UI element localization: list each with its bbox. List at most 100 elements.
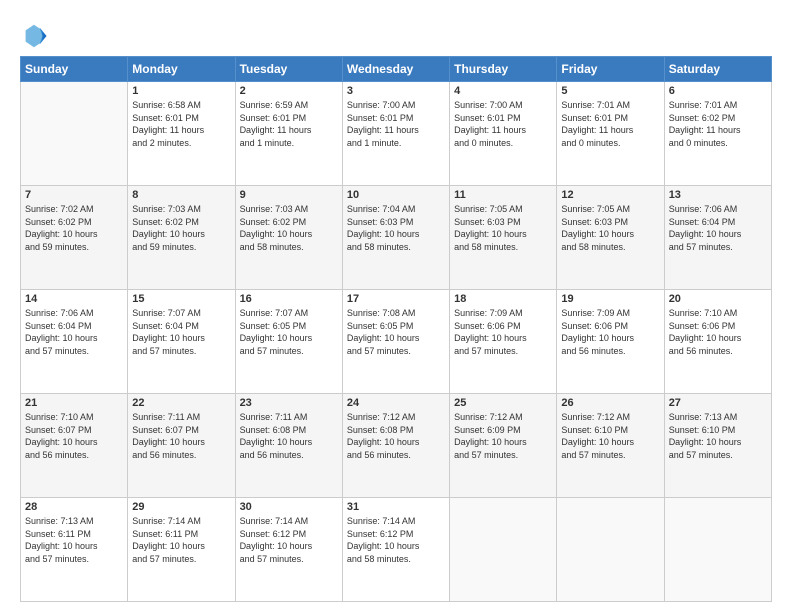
day-number: 12 bbox=[561, 189, 659, 201]
calendar-cell: 1 Sunrise: 6:58 AM Sunset: 6:01 PM Daylig… bbox=[128, 82, 235, 186]
calendar-cell: 2 Sunrise: 6:59 AM Sunset: 6:01 PM Daylig… bbox=[235, 82, 342, 186]
day-info: Sunrise: 7:11 AM Sunset: 6:07 PM Dayligh… bbox=[132, 411, 230, 461]
calendar-cell: 25 Sunrise: 7:12 AM Sunset: 6:09 PM Dayli… bbox=[450, 394, 557, 498]
calendar-cell: 17Sunrise: 7:08 AM Sunset: 6:05 PM Dayli… bbox=[342, 290, 449, 394]
calendar-cell: 3 Sunrise: 7:00 AM Sunset: 6:01 PM Daylig… bbox=[342, 82, 449, 186]
day-info: Sunrise: 7:06 AM Sunset: 6:04 PM Dayligh… bbox=[669, 203, 767, 253]
day-number: 31 bbox=[347, 501, 445, 513]
calendar-cell: 7 Sunrise: 7:02 AM Sunset: 6:02 PM Daylig… bbox=[21, 186, 128, 290]
day-number: 9 bbox=[240, 189, 338, 201]
calendar-week-row: 1 Sunrise: 6:58 AM Sunset: 6:01 PM Daylig… bbox=[21, 82, 772, 186]
day-info: Sunrise: 7:07 AM Sunset: 6:04 PM Dayligh… bbox=[132, 307, 230, 357]
calendar-cell: 9 Sunrise: 7:03 AM Sunset: 6:02 PM Daylig… bbox=[235, 186, 342, 290]
day-number: 14 bbox=[25, 293, 123, 305]
calendar-cell: 10 Sunrise: 7:04 AM Sunset: 6:03 PM Dayli… bbox=[342, 186, 449, 290]
day-info: Sunrise: 7:14 AM Sunset: 6:12 PM Dayligh… bbox=[347, 515, 445, 565]
day-info: Sunrise: 7:12 AM Sunset: 6:09 PM Dayligh… bbox=[454, 411, 552, 461]
day-info: Sunrise: 7:01 AM Sunset: 6:02 PM Dayligh… bbox=[669, 99, 767, 149]
calendar-cell: 21 Sunrise: 7:10 AM Sunset: 6:07 PM Dayli… bbox=[21, 394, 128, 498]
calendar-week-row: 28 Sunrise: 7:13 AM Sunset: 6:11 PM Dayli… bbox=[21, 498, 772, 602]
day-number: 23 bbox=[240, 397, 338, 409]
day-info: Sunrise: 7:09 AM Sunset: 6:06 PM Dayligh… bbox=[561, 307, 659, 357]
calendar-cell: 23 Sunrise: 7:11 AM Sunset: 6:08 PM Dayli… bbox=[235, 394, 342, 498]
day-number: 17 bbox=[347, 293, 445, 305]
weekday-header-friday: Friday bbox=[557, 57, 664, 82]
calendar-cell: 11 Sunrise: 7:05 AM Sunset: 6:03 PM Dayli… bbox=[450, 186, 557, 290]
day-info: Sunrise: 7:10 AM Sunset: 6:06 PM Dayligh… bbox=[669, 307, 767, 357]
calendar-cell: 18 Sunrise: 7:09 AM Sunset: 6:06 PM Dayli… bbox=[450, 290, 557, 394]
day-number: 21 bbox=[25, 397, 123, 409]
day-number: 7 bbox=[25, 189, 123, 201]
day-info: Sunrise: 6:58 AM Sunset: 6:01 PM Dayligh… bbox=[132, 99, 230, 149]
day-info: Sunrise: 7:12 AM Sunset: 6:08 PM Dayligh… bbox=[347, 411, 445, 461]
day-number: 2 bbox=[240, 85, 338, 97]
day-info: Sunrise: 7:00 AM Sunset: 6:01 PM Dayligh… bbox=[347, 99, 445, 149]
day-number: 13 bbox=[669, 189, 767, 201]
header bbox=[20, 18, 772, 50]
weekday-header-saturday: Saturday bbox=[664, 57, 771, 82]
day-info: Sunrise: 7:10 AM Sunset: 6:07 PM Dayligh… bbox=[25, 411, 123, 461]
day-info: Sunrise: 7:13 AM Sunset: 6:11 PM Dayligh… bbox=[25, 515, 123, 565]
day-number: 6 bbox=[669, 85, 767, 97]
calendar-cell: 30Sunrise: 7:14 AM Sunset: 6:12 PM Dayli… bbox=[235, 498, 342, 602]
day-number: 5 bbox=[561, 85, 659, 97]
day-number: 8 bbox=[132, 189, 230, 201]
weekday-header-monday: Monday bbox=[128, 57, 235, 82]
calendar-cell: 8 Sunrise: 7:03 AM Sunset: 6:02 PM Daylig… bbox=[128, 186, 235, 290]
calendar-cell bbox=[21, 82, 128, 186]
day-number: 20 bbox=[669, 293, 767, 305]
day-info: Sunrise: 7:04 AM Sunset: 6:03 PM Dayligh… bbox=[347, 203, 445, 253]
day-number: 24 bbox=[347, 397, 445, 409]
day-number: 29 bbox=[132, 501, 230, 513]
day-info: Sunrise: 7:07 AM Sunset: 6:05 PM Dayligh… bbox=[240, 307, 338, 357]
calendar-cell: 22Sunrise: 7:11 AM Sunset: 6:07 PM Dayli… bbox=[128, 394, 235, 498]
calendar-cell: 4 Sunrise: 7:00 AM Sunset: 6:01 PM Daylig… bbox=[450, 82, 557, 186]
day-number: 28 bbox=[25, 501, 123, 513]
calendar-week-row: 21 Sunrise: 7:10 AM Sunset: 6:07 PM Dayli… bbox=[21, 394, 772, 498]
day-number: 15 bbox=[132, 293, 230, 305]
calendar-cell: 24 Sunrise: 7:12 AM Sunset: 6:08 PM Dayli… bbox=[342, 394, 449, 498]
calendar-cell: 16Sunrise: 7:07 AM Sunset: 6:05 PM Dayli… bbox=[235, 290, 342, 394]
logo bbox=[20, 22, 52, 50]
day-info: Sunrise: 7:02 AM Sunset: 6:02 PM Dayligh… bbox=[25, 203, 123, 253]
calendar-cell: 26 Sunrise: 7:12 AM Sunset: 6:10 PM Dayli… bbox=[557, 394, 664, 498]
day-number: 1 bbox=[132, 85, 230, 97]
calendar-cell bbox=[557, 498, 664, 602]
calendar-cell: 29Sunrise: 7:14 AM Sunset: 6:11 PM Dayli… bbox=[128, 498, 235, 602]
weekday-header-wednesday: Wednesday bbox=[342, 57, 449, 82]
calendar-cell: 20 Sunrise: 7:10 AM Sunset: 6:06 PM Dayli… bbox=[664, 290, 771, 394]
day-info: Sunrise: 7:03 AM Sunset: 6:02 PM Dayligh… bbox=[240, 203, 338, 253]
day-info: Sunrise: 7:05 AM Sunset: 6:03 PM Dayligh… bbox=[454, 203, 552, 253]
day-number: 18 bbox=[454, 293, 552, 305]
calendar-week-row: 7 Sunrise: 7:02 AM Sunset: 6:02 PM Daylig… bbox=[21, 186, 772, 290]
day-info: Sunrise: 7:01 AM Sunset: 6:01 PM Dayligh… bbox=[561, 99, 659, 149]
day-number: 26 bbox=[561, 397, 659, 409]
calendar-cell: 6 Sunrise: 7:01 AM Sunset: 6:02 PM Daylig… bbox=[664, 82, 771, 186]
calendar-cell: 15 Sunrise: 7:07 AM Sunset: 6:04 PM Dayli… bbox=[128, 290, 235, 394]
day-number: 4 bbox=[454, 85, 552, 97]
day-info: Sunrise: 7:14 AM Sunset: 6:12 PM Dayligh… bbox=[240, 515, 338, 565]
calendar-cell: 19Sunrise: 7:09 AM Sunset: 6:06 PM Dayli… bbox=[557, 290, 664, 394]
logo-icon bbox=[20, 22, 48, 50]
day-info: Sunrise: 7:12 AM Sunset: 6:10 PM Dayligh… bbox=[561, 411, 659, 461]
calendar-header-row: SundayMondayTuesdayWednesdayThursdayFrid… bbox=[21, 57, 772, 82]
day-info: Sunrise: 7:11 AM Sunset: 6:08 PM Dayligh… bbox=[240, 411, 338, 461]
day-info: Sunrise: 7:09 AM Sunset: 6:06 PM Dayligh… bbox=[454, 307, 552, 357]
calendar-cell: 31 Sunrise: 7:14 AM Sunset: 6:12 PM Dayli… bbox=[342, 498, 449, 602]
calendar-week-row: 14 Sunrise: 7:06 AM Sunset: 6:04 PM Dayli… bbox=[21, 290, 772, 394]
day-number: 10 bbox=[347, 189, 445, 201]
day-number: 25 bbox=[454, 397, 552, 409]
day-number: 27 bbox=[669, 397, 767, 409]
day-info: Sunrise: 7:00 AM Sunset: 6:01 PM Dayligh… bbox=[454, 99, 552, 149]
calendar-cell: 13 Sunrise: 7:06 AM Sunset: 6:04 PM Dayli… bbox=[664, 186, 771, 290]
day-info: Sunrise: 7:03 AM Sunset: 6:02 PM Dayligh… bbox=[132, 203, 230, 253]
calendar-cell: 12Sunrise: 7:05 AM Sunset: 6:03 PM Dayli… bbox=[557, 186, 664, 290]
day-info: Sunrise: 7:06 AM Sunset: 6:04 PM Dayligh… bbox=[25, 307, 123, 357]
calendar-cell: 14 Sunrise: 7:06 AM Sunset: 6:04 PM Dayli… bbox=[21, 290, 128, 394]
calendar-table: SundayMondayTuesdayWednesdayThursdayFrid… bbox=[20, 56, 772, 602]
weekday-header-thursday: Thursday bbox=[450, 57, 557, 82]
day-number: 11 bbox=[454, 189, 552, 201]
calendar-cell bbox=[664, 498, 771, 602]
day-number: 3 bbox=[347, 85, 445, 97]
day-info: Sunrise: 6:59 AM Sunset: 6:01 PM Dayligh… bbox=[240, 99, 338, 149]
